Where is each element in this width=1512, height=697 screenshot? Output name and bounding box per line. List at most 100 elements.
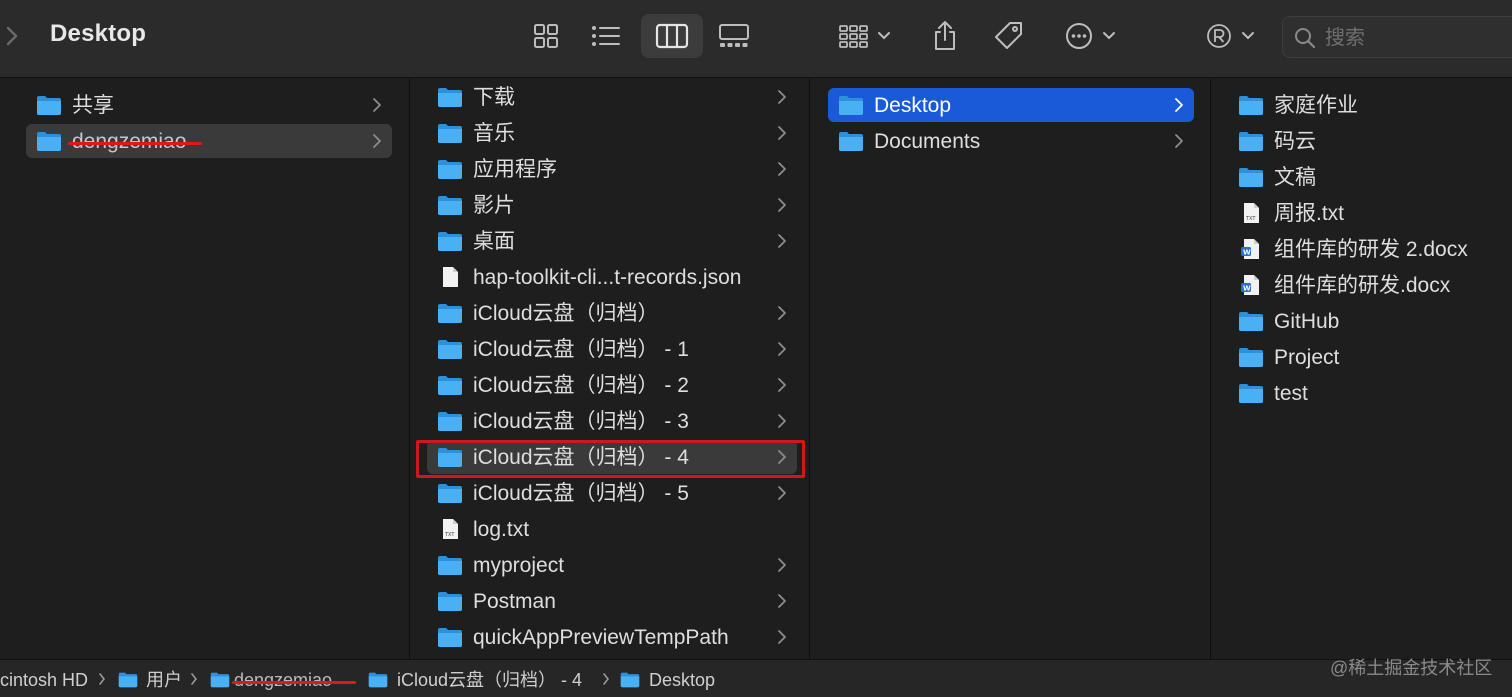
list-icon [592, 26, 620, 46]
desktop-folder-icon [437, 230, 463, 252]
chevron-down-icon [1103, 32, 1115, 40]
folder-icon [118, 671, 138, 688]
share-icon [935, 21, 955, 50]
item-label: 音乐 [473, 122, 515, 145]
path-segment-disk[interactable]: cintosh HD [0, 669, 88, 691]
list-item[interactable]: iCloud云盘（归档） [427, 296, 797, 330]
item-label: 组件库的研发.docx [1274, 274, 1451, 297]
folder-icon [36, 94, 62, 116]
item-label: iCloud云盘（归档） - 4 [473, 446, 689, 469]
word-doc-icon [1238, 238, 1264, 260]
list-item[interactable]: 组件库的研发.docx [1228, 268, 1512, 302]
list-item[interactable]: 音乐 [427, 116, 797, 150]
watermark: @稀土掘金技术社区 [1330, 658, 1493, 678]
list-item[interactable]: 组件库的研发 2.docx [1228, 232, 1512, 266]
chevron-right-icon [777, 341, 787, 357]
item-label: Postman [473, 590, 556, 613]
home-folder-icon [210, 671, 230, 688]
list-item[interactable]: quickAppPreviewTempPath [427, 620, 797, 654]
downloads-folder-icon [437, 86, 463, 108]
gallery-view-button[interactable] [712, 14, 756, 58]
list-item[interactable]: 码云 [1228, 124, 1512, 158]
chevron-right-icon [777, 449, 787, 465]
list-item[interactable]: 家庭作业 [1228, 88, 1512, 122]
list-item[interactable]: Postman [427, 584, 797, 618]
list-item[interactable]: test [1228, 376, 1512, 410]
extension-menu-button[interactable] [1200, 14, 1262, 58]
list-item[interactable]: Project [1228, 340, 1512, 374]
chevron-right-icon [602, 672, 610, 686]
search-icon [1295, 28, 1316, 49]
back-chevron-icon[interactable] [2, 20, 22, 52]
folder-icon [838, 130, 864, 152]
chevron-right-icon [777, 413, 787, 429]
path-segment-archive[interactable]: iCloud云盘（归档） - 4 [397, 669, 582, 691]
tag-icon [995, 22, 1022, 49]
list-item[interactable]: hap-toolkit-cli...t-records.json [427, 260, 797, 294]
item-label: iCloud云盘（归档） - 1 [473, 338, 689, 361]
list-item[interactable]: iCloud云盘（归档） - 2 [427, 368, 797, 402]
item-label: hap-toolkit-cli...t-records.json [473, 266, 742, 289]
list-view-button[interactable] [582, 14, 630, 58]
path-segment-desktop[interactable]: Desktop [649, 669, 715, 691]
applications-folder-icon [437, 158, 463, 180]
folder-icon [437, 338, 463, 360]
search-input[interactable] [1325, 25, 1505, 51]
chevron-right-icon [372, 133, 382, 149]
list-item-selected[interactable]: dengzemiao [26, 124, 392, 158]
list-item[interactable]: 下载 [427, 80, 797, 114]
list-item[interactable]: 桌面 [427, 224, 797, 258]
item-label: log.txt [473, 518, 530, 541]
list-item[interactable]: 应用程序 [427, 152, 797, 186]
icon-view-button[interactable] [524, 14, 568, 58]
item-label: quickAppPreviewTempPath [473, 626, 729, 649]
list-item[interactable]: iCloud云盘（归档） - 1 [427, 332, 797, 366]
list-item[interactable]: log.txt [427, 512, 797, 546]
chevron-right-icon [777, 557, 787, 573]
item-label: 周报.txt [1274, 202, 1345, 225]
chevron-right-icon [1174, 133, 1184, 149]
folder-icon [1238, 130, 1264, 152]
more-actions-button[interactable] [1058, 14, 1124, 58]
list-item[interactable]: 共享 [26, 88, 392, 122]
registered-icon [1207, 24, 1231, 48]
folder-icon [437, 374, 463, 396]
chevron-right-icon [777, 233, 787, 249]
chevron-right-icon [777, 485, 787, 501]
list-item-active[interactable]: Desktop [828, 88, 1194, 122]
list-item-selected[interactable]: iCloud云盘（归档） - 4 [427, 440, 797, 474]
folder-icon [437, 554, 463, 576]
chevron-right-icon [777, 593, 787, 609]
folder-icon [437, 590, 463, 612]
window-title: Desktop [50, 20, 147, 47]
list-item[interactable]: 影片 [427, 188, 797, 222]
folder-icon [1238, 310, 1264, 332]
grid-icon [534, 24, 558, 48]
column-3: Desktop Documents [811, 79, 1211, 659]
path-segment-home[interactable]: dengzemiao [234, 669, 332, 691]
chevron-right-icon [777, 161, 787, 177]
folder-icon [838, 94, 864, 116]
search-field[interactable] [1282, 16, 1512, 58]
tags-button[interactable] [988, 14, 1030, 58]
item-label: test [1274, 382, 1308, 405]
list-item[interactable]: Documents [828, 124, 1194, 158]
chevron-right-icon [777, 125, 787, 141]
list-item[interactable]: iCloud云盘（归档） - 3 [427, 404, 797, 438]
column-2: 下载 音乐 应用程序 影片 桌面 hap-toolkit-cli...t-rec… [411, 79, 810, 659]
list-item[interactable]: 周报.txt [1228, 196, 1512, 230]
group-by-button[interactable] [832, 14, 898, 58]
list-item[interactable]: myproject [427, 548, 797, 582]
list-item[interactable]: iCloud云盘（归档） - 5 [427, 476, 797, 510]
item-label: iCloud云盘（归档） - 5 [473, 482, 689, 505]
share-button[interactable] [924, 14, 966, 58]
folder-icon [1238, 166, 1264, 188]
list-item[interactable]: 文稿 [1228, 160, 1512, 194]
item-label: 文稿 [1274, 166, 1316, 189]
columns-icon [655, 23, 689, 49]
file-icon [437, 266, 463, 288]
column-view-button[interactable] [641, 14, 703, 58]
list-item[interactable]: GitHub [1228, 304, 1512, 338]
chevron-right-icon [777, 377, 787, 393]
path-segment-users[interactable]: 用户 [146, 669, 182, 691]
